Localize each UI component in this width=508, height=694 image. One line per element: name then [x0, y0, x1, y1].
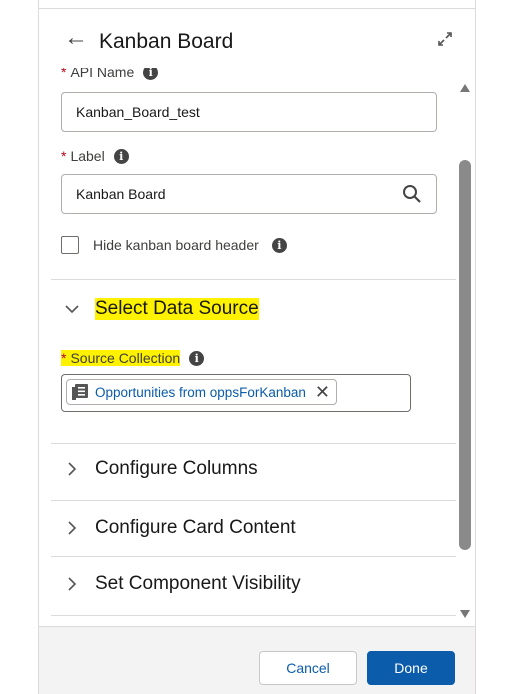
page: ← Kanban Board * API Name i Kanban_Board… [0, 0, 508, 694]
label-label-row: * Label i [61, 148, 129, 164]
source-collection-label: Source Collection [70, 350, 181, 366]
panel-footer: Cancel Done [39, 626, 475, 694]
panel-header: ← Kanban Board [39, 12, 475, 68]
section-configure-columns[interactable]: Configure Columns [63, 458, 258, 480]
panel-body: * API Name i Kanban_Board_test * Label i… [39, 68, 456, 625]
section-configure-card-content[interactable]: Configure Card Content [63, 517, 296, 539]
section-divider [51, 443, 456, 444]
required-marker: * [61, 148, 67, 164]
section-set-component-visibility[interactable]: Set Component Visibility [63, 573, 301, 595]
property-panel: ← Kanban Board * API Name i Kanban_Board… [38, 0, 476, 694]
info-icon[interactable]: i [271, 237, 287, 253]
chevron-right-icon [68, 462, 77, 476]
api-name-label: API Name [70, 68, 135, 80]
required-marker: * [61, 350, 67, 366]
section-divider [51, 279, 456, 280]
source-collection-input[interactable]: Opportunities from oppsForKanban ✕ [61, 374, 411, 412]
section-divider [51, 615, 456, 616]
source-collection-label-row: * Source Collection i [61, 350, 205, 366]
cancel-button[interactable]: Cancel [259, 651, 357, 685]
section-select-data-source[interactable]: Select Data Source [63, 298, 259, 320]
panel-title: Kanban Board [99, 30, 234, 53]
collection-icon [72, 384, 88, 400]
label-value: Kanban Board [76, 186, 166, 202]
scroll-up-arrow-icon[interactable] [460, 84, 470, 92]
info-icon[interactable]: i [113, 148, 129, 164]
expand-icon[interactable] [436, 30, 454, 48]
section-title: Configure Card Content [95, 517, 296, 538]
hide-header-checkbox[interactable] [61, 236, 79, 254]
back-arrow-icon[interactable]: ← [64, 26, 88, 50]
done-button[interactable]: Done [367, 651, 455, 685]
info-icon[interactable]: i [143, 68, 159, 80]
search-icon[interactable] [402, 184, 422, 204]
chevron-right-icon [68, 521, 77, 535]
close-icon[interactable]: ✕ [315, 383, 330, 401]
source-collection-label-highlight: * Source Collection [61, 350, 181, 366]
source-collection-value: Opportunities from oppsForKanban [95, 384, 306, 400]
label-field-label: Label [70, 148, 105, 164]
section-divider [51, 556, 456, 557]
api-name-input[interactable]: Kanban_Board_test [61, 92, 437, 132]
required-marker: * [61, 68, 67, 80]
label-input[interactable]: Kanban Board [61, 174, 437, 214]
scrollbar-thumb[interactable] [459, 160, 471, 550]
info-icon[interactable]: i [189, 350, 205, 366]
hide-header-label-row: Hide kanban board header i [93, 236, 287, 254]
section-title: Set Component Visibility [95, 573, 301, 594]
section-title: Select Data Source [95, 298, 259, 320]
source-collection-pill[interactable]: Opportunities from oppsForKanban ✕ [66, 379, 337, 405]
api-name-value: Kanban_Board_test [76, 104, 200, 120]
api-name-label-row: * API Name i [61, 68, 159, 80]
section-divider [51, 500, 456, 501]
section-title: Configure Columns [95, 458, 258, 479]
scrollbar[interactable] [456, 78, 474, 625]
scroll-down-arrow-icon[interactable] [460, 610, 470, 618]
top-divider [39, 8, 475, 9]
chevron-right-icon [68, 577, 77, 591]
chevron-down-icon [65, 305, 79, 314]
hide-header-label: Hide kanban board header [93, 237, 259, 253]
